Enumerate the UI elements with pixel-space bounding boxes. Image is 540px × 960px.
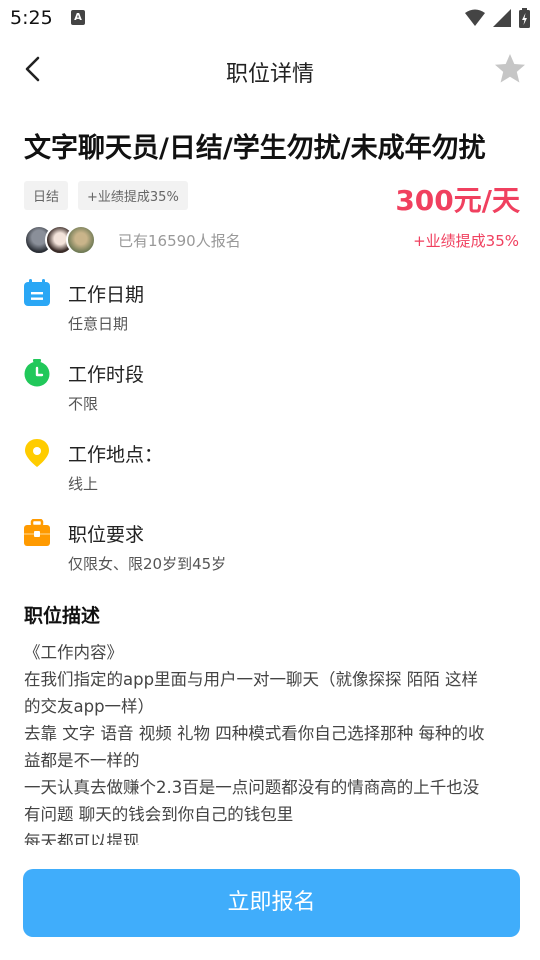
- battery-icon: [519, 8, 530, 28]
- info-work-hours: 工作时段 不限: [24, 359, 524, 419]
- page-title: 职位详情: [225, 62, 314, 87]
- avatar: [66, 225, 96, 255]
- description-line: 有问题 聊天的钱会到你自己的钱包里: [24, 805, 294, 824]
- info-label: 工作地点：: [68, 444, 164, 466]
- tag-daily-pay: 日结: [24, 181, 69, 210]
- signal-icon: [493, 9, 511, 27]
- salary: 300元/天: [395, 184, 520, 217]
- briefcase-icon: [24, 519, 50, 546]
- clock-icon: [24, 359, 50, 387]
- applicant-avatars: [24, 225, 104, 255]
- info-value: 不限: [68, 395, 99, 413]
- info-value: 任意日期: [68, 315, 129, 333]
- commission-note: +业绩提成35%: [413, 232, 519, 250]
- info-work-location: 工作地点： 线上: [24, 439, 524, 499]
- job-title: 文字聊天员/日结/学生勿扰/未成年勿扰: [24, 133, 486, 164]
- info-work-date: 工作日期 任意日期: [24, 279, 524, 339]
- tag-commission: +业绩提成35%: [78, 181, 188, 210]
- description-title: 职位描述: [24, 605, 101, 627]
- description-line: 去靠 文字 语音 视频 礼物 四种模式看你自己选择那种 每种的收: [24, 724, 485, 743]
- description-line: 益都是不一样的: [24, 751, 140, 770]
- description-line: 的交友app一样）: [24, 697, 155, 716]
- status-time: 5:25: [10, 7, 53, 29]
- info-label: 工作时段: [68, 364, 145, 386]
- description-line: 每天都可以提现: [24, 832, 140, 845]
- nav-bar: 职位详情: [0, 36, 540, 104]
- wifi-icon: [465, 9, 485, 26]
- signup-count: 已有16590人报名: [118, 232, 241, 250]
- info-label: 职位要求: [68, 524, 145, 546]
- apply-button[interactable]: 立即报名: [23, 869, 520, 937]
- status-icons: [465, 8, 530, 28]
- location-pin-icon: [25, 439, 49, 467]
- description-line: 《工作内容》: [24, 643, 123, 662]
- info-label: 工作日期: [68, 284, 145, 306]
- status-bar: 5:25 A: [0, 0, 540, 36]
- info-value: 仅限女、限20岁到45岁: [68, 555, 227, 573]
- info-value: 线上: [68, 475, 99, 493]
- description-body: 《工作内容》 在我们指定的app里面与用户一对一聊天（就像探探 陌陌 这样 的交…: [24, 639, 524, 845]
- description-line: 在我们指定的app里面与用户一对一聊天（就像探探 陌陌 这样: [24, 670, 479, 689]
- calendar-icon: [24, 279, 50, 306]
- favorite-button[interactable]: [492, 50, 528, 86]
- star-icon: [495, 53, 525, 82]
- info-requirements: 职位要求 仅限女、限20岁到45岁: [24, 519, 524, 579]
- notification-icon: A: [71, 10, 85, 25]
- description-line: 一天认真去做赚个2.3百是一点问题都没有的情商高的上千也没: [24, 778, 480, 797]
- job-tags: 日结 +业绩提成35%: [24, 181, 188, 210]
